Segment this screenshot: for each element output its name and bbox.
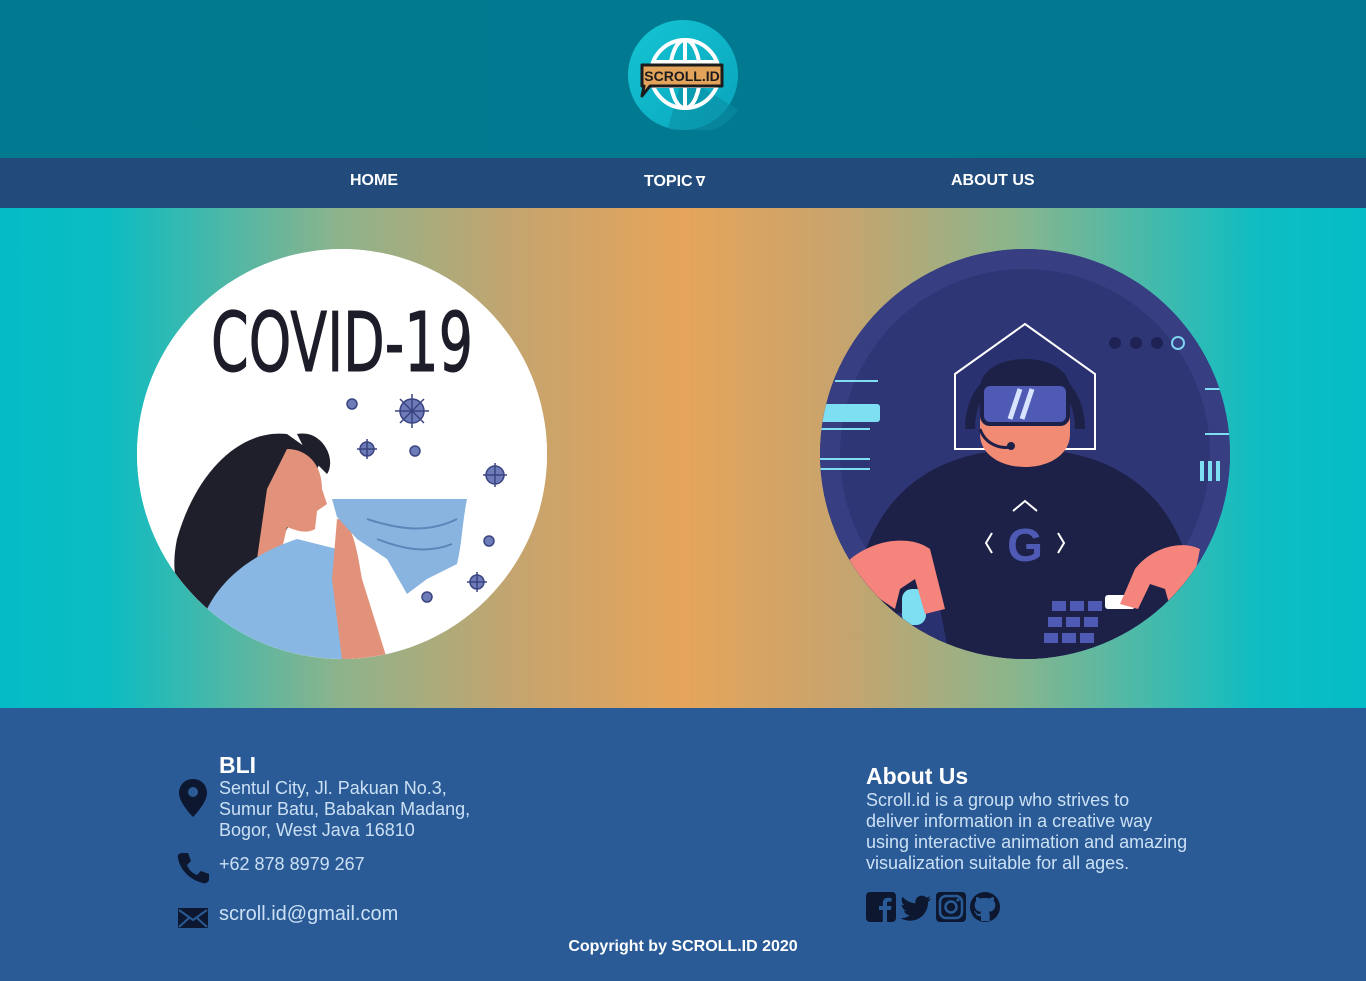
address-line: Sumur Batu, Babakan Madang, <box>219 799 471 819</box>
nav-about-link[interactable]: ABOUT US <box>951 158 1035 208</box>
site-header: SCROLL.ID <box>0 0 1366 158</box>
site-footer: BLI Sentul City, Jl. Pakuan No.3, Sumur … <box>0 708 1366 981</box>
covid-title-text: COVID-19 <box>211 296 473 391</box>
about-us-description: Scroll.id is a group who strives to deli… <box>866 790 1206 874</box>
covid-illustration: COVID-19 <box>137 249 547 659</box>
address-line: Sentul City, Jl. Pakuan No.3, <box>219 778 447 798</box>
company-address: Sentul City, Jl. Pakuan No.3, Sumur Batu… <box>219 778 470 841</box>
github-icon[interactable] <box>969 891 1001 923</box>
hero-banner: COVID-19 G <box>0 208 1366 708</box>
company-name: BLI <box>219 752 257 778</box>
logo-text: SCROLL.ID <box>644 68 719 84</box>
location-pin-icon <box>178 778 208 823</box>
about-line: deliver information in a creative way <box>866 811 1153 831</box>
instagram-icon[interactable] <box>935 891 967 923</box>
address-line: Bogor, West Java 16810 <box>219 820 415 840</box>
gaming-topic-image[interactable]: G <box>820 249 1230 659</box>
globe-logo-icon: SCROLL.ID <box>628 20 738 130</box>
nav-topic-label: TOPIC <box>644 173 693 190</box>
facebook-icon[interactable] <box>865 891 897 923</box>
covid-topic-image[interactable]: COVID-19 <box>137 249 547 659</box>
phone-icon <box>176 851 210 890</box>
nav-topic-dropdown[interactable]: TOPIC ∇ <box>644 158 705 208</box>
gamer-logo-letter: G <box>1007 519 1043 571</box>
about-line: Scroll.id is a group who strives to <box>866 790 1130 810</box>
gamer-illustration: G <box>820 249 1230 659</box>
copyright-notice: Copyright by SCROLL.ID 2020 <box>568 938 798 955</box>
nav-home-label: HOME <box>350 172 398 189</box>
mail-icon <box>177 906 209 935</box>
phone-number[interactable]: +62 878 8979 267 <box>219 854 365 875</box>
email-address[interactable]: scroll.id@gmail.com <box>219 903 398 926</box>
nav-about-label: ABOUT US <box>951 172 1035 189</box>
site-logo[interactable]: SCROLL.ID <box>628 20 738 130</box>
about-line: visualization suitable for all ages. <box>866 853 1130 873</box>
about-line: using interactive animation and amazing <box>866 832 1188 852</box>
caret-down-icon: ∇ <box>695 173 706 189</box>
about-us-heading: About Us <box>866 763 969 789</box>
nav-home-link[interactable]: HOME <box>350 158 398 208</box>
main-nav: HOME TOPIC ∇ ABOUT US <box>0 158 1366 208</box>
twitter-icon[interactable] <box>900 891 932 923</box>
